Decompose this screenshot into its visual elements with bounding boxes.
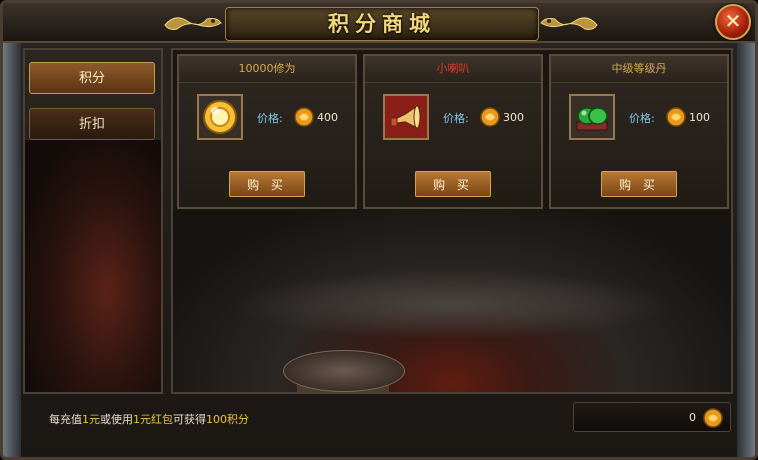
- info-highlight: 1元红包: [133, 413, 173, 426]
- card-header: 中级等级丹: [551, 56, 727, 83]
- recharge-info: 每充值1元或使用1元红包可获得100积分: [49, 411, 249, 427]
- background-scene: [173, 210, 731, 392]
- category-sidebar: 积分 折扣: [23, 48, 163, 394]
- info-text-part: 或使用: [100, 413, 133, 426]
- product-card: 10000修为 价格: 400 购 买: [177, 54, 357, 209]
- decorative-rock-left: [3, 43, 21, 457]
- points-coin-icon: [666, 107, 686, 127]
- gold-orb-icon: [203, 100, 237, 134]
- product-name: 10000修为: [238, 62, 296, 75]
- product-area: 10000修为 价格: 400 购 买 小喇叭 价格: 300 购 买 中级等级…: [171, 48, 733, 394]
- sidebar-background-art: [25, 140, 161, 392]
- page-title: 积分商城: [328, 11, 436, 36]
- price-label: 价格:: [443, 112, 469, 125]
- price-value: 400: [317, 111, 338, 124]
- points-balance-box: 0: [573, 402, 731, 432]
- title-bar: 积分商城 ✕: [3, 3, 755, 43]
- buy-button[interactable]: 购 买: [415, 171, 491, 197]
- title-plate: 积分商城: [225, 7, 539, 41]
- price-label: 价格:: [629, 112, 655, 125]
- tab-discount[interactable]: 折扣: [29, 108, 155, 140]
- buy-button[interactable]: 购 买: [601, 171, 677, 197]
- close-button[interactable]: ✕: [715, 4, 751, 40]
- horn-icon: [390, 104, 421, 130]
- stone-altar: [283, 350, 405, 392]
- points-coin-icon: [703, 408, 723, 428]
- item-slot[interactable]: [569, 94, 615, 140]
- price-label: 价格:: [257, 112, 283, 125]
- points-mall-window: 积分商城 ✕ 积分 折扣 10000修为 价格: 400 购 买 小喇叭 价格:…: [0, 0, 758, 460]
- buy-button[interactable]: 购 买: [229, 171, 305, 197]
- decorative-rock-right: [737, 43, 755, 457]
- points-balance: 0: [689, 411, 696, 424]
- info-text-part: 可获得: [173, 413, 206, 426]
- item-slot[interactable]: [197, 94, 243, 140]
- tab-points[interactable]: 积分: [29, 62, 155, 94]
- product-name: 小喇叭: [436, 62, 470, 75]
- info-text-part: 每充值: [49, 413, 82, 426]
- points-coin-icon: [480, 107, 500, 127]
- points-coin-icon: [294, 107, 314, 127]
- footer-bar: 每充值1元或使用1元红包可获得100积分 0: [23, 398, 733, 438]
- product-name: 中级等级丹: [611, 62, 667, 75]
- card-header: 10000修为: [179, 56, 355, 83]
- price-value: 100: [689, 111, 710, 124]
- dragon-left-icon: [164, 17, 222, 30]
- mist-decoration: [233, 270, 673, 340]
- dragon-right-icon: [540, 17, 598, 30]
- price-value: 300: [503, 111, 524, 124]
- card-header: 小喇叭: [365, 56, 541, 83]
- close-icon: ✕: [724, 9, 742, 33]
- green-pill-icon: [576, 107, 608, 131]
- product-card: 中级等级丹 价格: 100 购 买: [549, 54, 729, 209]
- product-card: 小喇叭 价格: 300 购 买: [363, 54, 543, 209]
- info-highlight: 1元: [82, 413, 100, 426]
- info-highlight: 100积分: [206, 413, 249, 426]
- item-slot[interactable]: [383, 94, 429, 140]
